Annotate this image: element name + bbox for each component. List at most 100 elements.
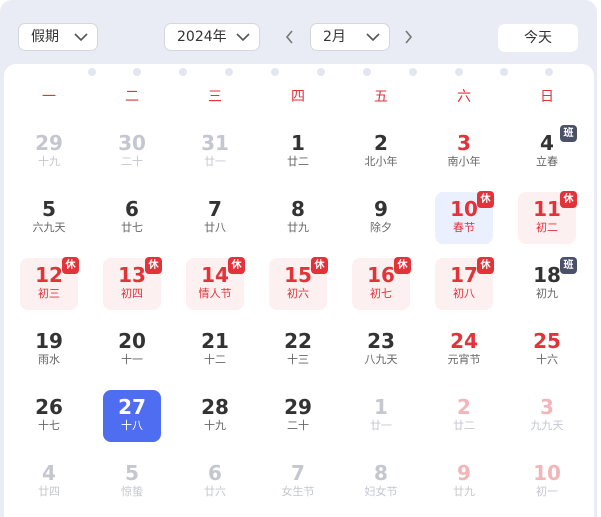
day-cell[interactable]: 9 除夕 <box>352 192 410 244</box>
day-cell[interactable]: 3 九九天 <box>518 390 576 442</box>
lunar-label: 十八 <box>121 419 143 432</box>
day-cell[interactable]: 3 南小年 <box>435 126 493 178</box>
day-cell[interactable]: 18 初九班 <box>518 257 577 310</box>
lunar-label: 十二 <box>204 353 226 366</box>
day-number: 4 <box>42 461 56 485</box>
day-cell[interactable]: 24 元宵节 <box>435 324 493 376</box>
lunar-label: 廿八 <box>204 221 226 234</box>
day-cell[interactable]: 4 廿四 <box>20 456 78 508</box>
day-cell[interactable]: 9 廿九 <box>435 456 493 508</box>
workday-badge: 班 <box>560 125 577 142</box>
day-cell[interactable]: 11 初二休 <box>518 191 577 244</box>
day-cell[interactable]: 6 廿六 <box>186 456 244 508</box>
day-cell[interactable]: 28 十九 <box>186 390 244 442</box>
day-cell[interactable]: 14 情人节休 <box>186 257 245 310</box>
month-select[interactable]: 2月 <box>310 23 390 51</box>
day-cell[interactable]: 7 廿八 <box>186 192 244 244</box>
day-number: 9 <box>374 197 388 221</box>
prev-month-icon[interactable] <box>284 29 296 45</box>
lunar-label: 廿二 <box>453 419 475 432</box>
day-cell[interactable]: 31 廿一 <box>186 126 244 178</box>
day-cell[interactable]: 1 廿二 <box>269 126 327 178</box>
binder-ring <box>317 68 325 76</box>
day-number: 22 <box>284 329 312 353</box>
day-cell[interactable]: 6 廿七 <box>103 192 161 244</box>
day-number: 6 <box>208 461 222 485</box>
day-number: 20 <box>118 329 146 353</box>
lunar-label: 春节 <box>453 221 475 234</box>
day-cell[interactable]: 10 春节休 <box>435 191 494 244</box>
day-cell[interactable]: 22 十三 <box>269 324 327 376</box>
day-number: 21 <box>201 329 229 353</box>
lunar-label: 廿六 <box>204 485 226 498</box>
lunar-label: 初三 <box>38 287 60 300</box>
binder-rings <box>0 64 597 78</box>
weekday-label: 四 <box>291 89 305 105</box>
lunar-label: 廿二 <box>287 155 309 168</box>
lunar-label: 廿九 <box>453 485 475 498</box>
calendar-toolbar: 假期 2024年 2月 今天 <box>0 0 597 64</box>
binder-ring <box>88 68 96 76</box>
day-cell[interactable]: 2 廿二 <box>435 390 493 442</box>
day-cell[interactable]: 29 二十 <box>269 390 327 442</box>
day-cell[interactable]: 5 惊蛰 <box>103 456 161 508</box>
year-select[interactable]: 2024年 <box>164 23 260 51</box>
day-number: 1 <box>374 395 388 419</box>
month-select-value: 2月 <box>323 29 346 45</box>
lunar-label: 廿四 <box>38 485 60 498</box>
day-cell[interactable]: 27 十八 <box>103 390 161 442</box>
day-cell[interactable]: 15 初六休 <box>269 257 328 310</box>
day-cell[interactable]: 8 妇女节 <box>352 456 410 508</box>
binder-ring <box>271 68 279 76</box>
day-cell[interactable]: 29 十九 <box>20 126 78 178</box>
day-cell[interactable]: 1 廿一 <box>352 390 410 442</box>
day-cell[interactable]: 21 十二 <box>186 324 244 376</box>
day-number: 19 <box>35 329 63 353</box>
lunar-label: 十三 <box>287 353 309 366</box>
day-number: 27 <box>118 395 146 419</box>
day-cell[interactable]: 17 初八休 <box>435 257 494 310</box>
holiday-select[interactable]: 假期 <box>18 23 98 51</box>
lunar-label: 南小年 <box>447 155 481 168</box>
calendar-panel: 一 二 三 四 五 六 日 29 十九 30 二十 31 廿一 1 廿二 2 北小年 3 南小年 4 立春… <box>4 64 594 517</box>
day-number: 3 <box>540 395 554 419</box>
lunar-label: 廿九 <box>287 221 309 234</box>
day-cell[interactable]: 4 立春班 <box>518 125 577 178</box>
day-cell[interactable]: 16 初七休 <box>352 257 411 310</box>
weekday-label: 一 <box>42 89 56 105</box>
day-cell[interactable]: 12 初三休 <box>20 257 79 310</box>
lunar-label: 情人节 <box>198 287 232 300</box>
weekday-label: 三 <box>208 89 222 105</box>
day-cell[interactable]: 10 初一 <box>518 456 576 508</box>
workday-badge: 班 <box>560 257 577 274</box>
lunar-label: 初七 <box>370 287 392 300</box>
day-number: 25 <box>533 329 561 353</box>
day-cell[interactable]: 30 二十 <box>103 126 161 178</box>
rest-day-badge: 休 <box>560 191 577 208</box>
binder-ring <box>500 68 508 76</box>
day-number: 30 <box>118 131 146 155</box>
day-cell[interactable]: 23 八九天 <box>352 324 410 376</box>
day-number: 28 <box>201 395 229 419</box>
lunar-label: 十九 <box>204 419 226 432</box>
day-cell[interactable]: 13 初四休 <box>103 257 162 310</box>
binder-ring <box>179 68 187 76</box>
day-cell[interactable]: 25 十六 <box>518 324 576 376</box>
binder-ring <box>133 68 141 76</box>
day-cell[interactable]: 26 十七 <box>20 390 78 442</box>
day-number: 2 <box>457 395 471 419</box>
next-month-icon[interactable] <box>402 29 414 45</box>
lunar-label: 初六 <box>287 287 309 300</box>
lunar-label: 廿一 <box>204 155 226 168</box>
today-button[interactable]: 今天 <box>498 24 578 52</box>
rest-day-badge: 休 <box>145 257 162 274</box>
day-cell[interactable]: 5 六九天 <box>20 192 78 244</box>
day-cell[interactable]: 20 十一 <box>103 324 161 376</box>
day-cell[interactable]: 8 廿九 <box>269 192 327 244</box>
day-cell[interactable]: 19 雨水 <box>20 324 78 376</box>
day-cell[interactable]: 7 女生节 <box>269 456 327 508</box>
binder-ring <box>455 68 463 76</box>
rest-day-badge: 休 <box>62 257 79 274</box>
day-cell[interactable]: 2 北小年 <box>352 126 410 178</box>
lunar-label: 北小年 <box>364 155 398 168</box>
